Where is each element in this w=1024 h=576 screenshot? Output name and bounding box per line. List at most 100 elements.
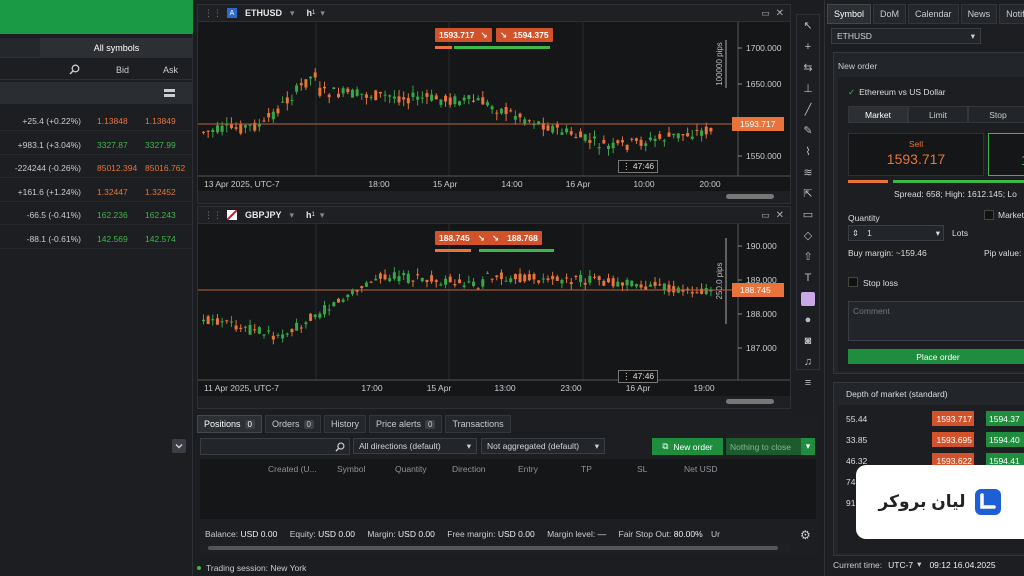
bid-price[interactable]: 162.236 [97,210,128,220]
vertical-line-icon[interactable]: ⊥ [797,78,819,99]
arrow-up-icon[interactable]: ⇧ [797,246,819,267]
buy-price-button[interactable]: ↘ 1594.375 [496,28,553,42]
horizontal-scrollbar[interactable] [198,396,790,408]
buy-price-button[interactable]: ↘ 188.768 [488,231,542,245]
collapse-button[interactable] [172,439,186,453]
nothing-to-close-button[interactable]: Nothing to close [726,438,801,455]
bell-icon[interactable]: ♫ [797,351,819,372]
ask-price[interactable]: 85016.762 [145,163,185,173]
rectangle-icon[interactable]: ▭ [797,204,819,225]
watchlist-row[interactable]: -66.5 (-0.41%) 162.236 162.243 [0,205,193,225]
tab-notificati[interactable]: Notificati [999,4,1024,24]
sell-price-button[interactable]: 188.745 ↘ [435,231,489,245]
watchlist-row[interactable]: -88.1 (-0.61%) 142.569 142.574 [0,229,193,249]
column-header[interactable]: Quantity [395,464,427,474]
scroll-thumb[interactable] [726,194,774,199]
symbol-dropdown-icon[interactable]: ▾ [290,8,295,19]
column-header[interactable]: Net USD [684,464,718,474]
drag-handle-icon[interactable]: ⋮⋮ [204,210,222,221]
ask-price[interactable]: 1.13849 [145,116,176,126]
tab-orders[interactable]: Orders 0 [264,415,321,433]
settings-lines-icon[interactable]: ≡ [797,372,819,393]
tab-transactions[interactable]: Transactions [445,415,511,433]
dot-icon[interactable]: ● [797,309,819,330]
trend-line-icon[interactable]: ╱ [797,99,819,120]
scroll-thumb[interactable] [208,546,778,550]
positions-search-input[interactable] [200,438,350,455]
text-icon[interactable]: T [797,267,819,288]
column-ask[interactable]: Ask [163,65,178,75]
dom-ask[interactable]: 1594.40 [986,432,1024,447]
search-icon[interactable] [68,63,80,75]
ask-price[interactable]: 142.574 [145,234,176,244]
sell-price-button[interactable]: 1593.717 ↘ [435,28,492,42]
camera-icon[interactable]: ◙ [797,330,819,351]
watchlist-row[interactable]: +25.4 (+0.22%) 1.13848 1.13849 [0,111,193,131]
symbol-dropdown-icon[interactable]: ▾ [290,210,295,221]
bid-price[interactable]: 85012.394 [97,163,137,173]
maximize-icon[interactable]: ▭ [761,210,770,221]
column-header[interactable]: Created (U... [268,464,317,474]
price-axis[interactable]: 1700.0001650.0001600.0001550.000 [738,43,782,161]
order-type-market[interactable]: Market [848,106,908,123]
watchlist-row[interactable]: +983.1 (+3.04%) 3327.87 3327.99 [0,135,193,155]
horizontal-scrollbar[interactable] [198,191,790,203]
ask-price[interactable]: 1.32452 [145,187,176,197]
drag-handle-icon[interactable]: ⋮⋮ [204,8,222,19]
bid-price[interactable]: 1.32447 [97,187,128,197]
buy-button[interactable]: 1 [988,133,1024,176]
dom-bid[interactable]: 1593.695 [932,432,974,447]
tab-dom[interactable]: DoM [873,4,907,24]
watchlist-group-header[interactable] [0,82,193,104]
brush-icon[interactable]: ⌇ [797,141,819,162]
measure-icon[interactable]: ⇱ [797,183,819,204]
column-header[interactable]: Entry [518,464,538,474]
place-order-button[interactable]: Place order [848,349,1024,364]
timezone-value[interactable]: UTC-7 [888,560,913,570]
watchlist-row[interactable]: +161.6 (+1.24%) 1.32447 1.32452 [0,182,193,202]
stop-loss-checkbox[interactable] [848,277,858,287]
market-checkbox[interactable] [984,210,994,220]
quantity-stepper[interactable]: ⇕ 1 ▾ [848,225,944,241]
tab-news[interactable]: News [960,4,998,24]
color-swatch-icon[interactable] [797,288,819,309]
column-header[interactable]: SL [637,464,647,474]
shapes-icon[interactable]: ◇ [797,225,819,246]
timeframe-dropdown-icon[interactable]: ▾ [320,210,325,221]
column-header[interactable]: Direction [452,464,486,474]
new-order-button[interactable]: ⧉ New order [652,438,723,455]
comment-field[interactable]: Comment [848,301,1024,341]
tab-history[interactable]: History [323,415,366,433]
dom-ask[interactable]: 1594.37 [986,411,1024,426]
close-icon[interactable]: ✕ [776,8,784,19]
sell-button[interactable]: Sell 1593.717 [848,133,984,176]
stepper-icon[interactable]: ⇕ [852,228,859,239]
ask-price[interactable]: 162.243 [145,210,176,220]
column-header[interactable]: Symbol [337,464,365,474]
ask-price[interactable]: 3327.99 [145,140,176,150]
maximize-icon[interactable]: ▭ [761,8,770,19]
time-axis[interactable]: 13 Apr 2025, UTC-7 18:00 15 Apr 14:00 16 Apr… [204,179,721,189]
chevron-down-icon[interactable]: ▾ [917,559,921,570]
dom-bid[interactable]: 1593.717 [932,411,974,426]
tab-positions[interactable]: Positions 0 [197,415,262,433]
direction-filter-select[interactable]: All directions (default) ▾ [353,438,477,454]
bid-price[interactable]: 142.569 [97,234,128,244]
scroll-thumb[interactable] [726,399,774,404]
bid-price[interactable]: 3327.87 [97,140,128,150]
fibonacci-icon[interactable]: ≋ [797,162,819,183]
time-axis[interactable]: 11 Apr 2025, UTC-7 17:00 15 Apr 13:00 23:00 1… [204,383,715,393]
watchlist-header-bar[interactable] [0,0,193,34]
tab-price-alerts[interactable]: Price alerts 0 [368,415,443,433]
gear-icon[interactable]: ⚙ [800,528,811,542]
watchlist-row[interactable]: -224244 (-0.26%) 85012.394 85016.762 [0,158,193,178]
chart-symbol[interactable]: GBPJPY [245,210,282,220]
timeframe-dropdown-icon[interactable]: ▾ [320,8,325,19]
positions-scrollbar[interactable] [200,544,790,552]
order-type-limit[interactable]: Limit [908,106,968,123]
tab-all-symbols[interactable]: All symbols [40,38,193,58]
crosshair-icon[interactable]: + [797,36,819,57]
horizontal-line-icon[interactable]: ⇆ [797,57,819,78]
pencil-icon[interactable]: ✎ [797,120,819,141]
order-type-stop[interactable]: Stop [968,106,1024,123]
